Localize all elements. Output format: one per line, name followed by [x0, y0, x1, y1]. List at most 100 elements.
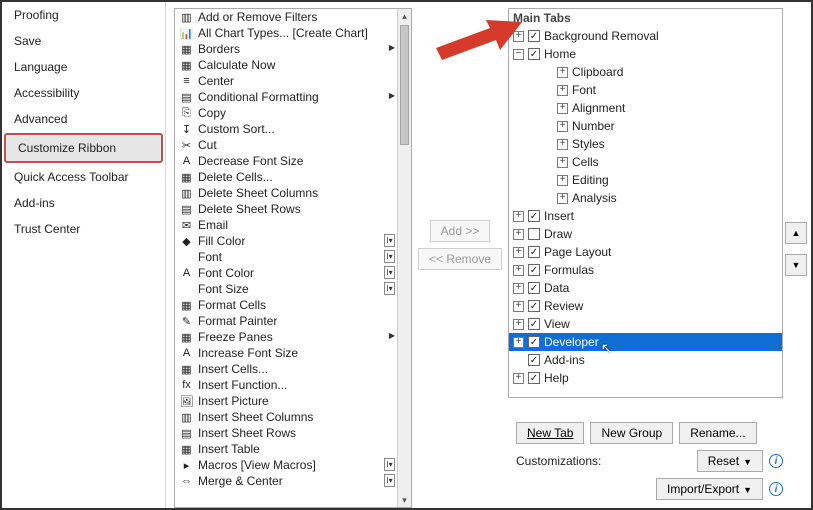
scroll-down-icon[interactable]: ▾: [398, 493, 411, 507]
tab-checkbox[interactable]: [528, 30, 540, 42]
expand-icon[interactable]: +: [557, 157, 568, 168]
tab-checkbox[interactable]: [528, 264, 540, 276]
expand-icon[interactable]: +: [557, 139, 568, 150]
sidebar-item-language[interactable]: Language: [2, 54, 165, 80]
main-tabs-tree[interactable]: Main Tabs +Background Removal−Home+Clipb…: [508, 8, 783, 398]
tab-tree-item[interactable]: +Formulas: [509, 261, 782, 279]
scroll-up-icon[interactable]: ▴: [398, 9, 411, 23]
command-item[interactable]: ▤Conditional Formatting: [175, 89, 397, 105]
command-item[interactable]: ✎Format Painter: [175, 313, 397, 329]
expand-icon[interactable]: +: [513, 31, 524, 42]
tab-tree-item[interactable]: +Editing: [509, 171, 782, 189]
command-item[interactable]: ▦Calculate Now: [175, 57, 397, 73]
sidebar-item-customize-ribbon[interactable]: Customize Ribbon: [4, 133, 163, 163]
tab-tree-item[interactable]: +Help: [509, 369, 782, 387]
command-item[interactable]: ✉Email: [175, 217, 397, 233]
command-item[interactable]: ▥Delete Sheet Columns: [175, 185, 397, 201]
tab-tree-item[interactable]: +Data: [509, 279, 782, 297]
command-item[interactable]: AFont ColorI▾: [175, 265, 397, 281]
tab-tree-item[interactable]: +Alignment: [509, 99, 782, 117]
expand-icon[interactable]: +: [513, 211, 524, 222]
tab-tree-item[interactable]: +Font: [509, 81, 782, 99]
command-item[interactable]: ⇔Merge & CenterI▾: [175, 473, 397, 489]
reset-button[interactable]: Reset▼: [697, 450, 763, 472]
command-item[interactable]: ✂Cut: [175, 137, 397, 153]
tab-checkbox[interactable]: [528, 336, 540, 348]
command-item[interactable]: ⎘Copy: [175, 105, 397, 121]
sidebar-item-advanced[interactable]: Advanced: [2, 106, 165, 132]
command-item[interactable]: ▥Insert Sheet Columns: [175, 409, 397, 425]
command-item[interactable]: ▦Delete Cells...: [175, 169, 397, 185]
commands-scrollbar[interactable]: ▴ ▾: [397, 9, 411, 507]
import-export-button[interactable]: Import/Export▼: [656, 478, 763, 500]
sidebar-item-save[interactable]: Save: [2, 28, 165, 54]
tab-tree-item[interactable]: +Insert: [509, 207, 782, 225]
tab-tree-item[interactable]: +Draw: [509, 225, 782, 243]
tab-tree-item[interactable]: +Background Removal: [509, 27, 782, 45]
expand-icon[interactable]: +: [513, 373, 524, 384]
tab-checkbox[interactable]: [528, 300, 540, 312]
move-down-button[interactable]: ▼: [785, 254, 807, 276]
expand-icon[interactable]: +: [557, 103, 568, 114]
tab-tree-item[interactable]: +Clipboard: [509, 63, 782, 81]
command-item[interactable]: ▦Format Cells: [175, 297, 397, 313]
tab-tree-item[interactable]: −Home: [509, 45, 782, 63]
add-button[interactable]: Add >>: [430, 220, 491, 242]
command-item[interactable]: ↧Custom Sort...: [175, 121, 397, 137]
expand-icon[interactable]: +: [557, 193, 568, 204]
tab-tree-item[interactable]: +View: [509, 315, 782, 333]
sidebar-item-quick-access-toolbar[interactable]: Quick Access Toolbar: [2, 164, 165, 190]
new-group-button[interactable]: New Group: [590, 422, 673, 444]
command-item[interactable]: ▦Insert Table: [175, 441, 397, 457]
tab-tree-item[interactable]: +Cells: [509, 153, 782, 171]
command-item[interactable]: ≡Center: [175, 73, 397, 89]
rename-button[interactable]: Rename...: [679, 422, 756, 444]
command-item[interactable]: 📊All Chart Types... [Create Chart]: [175, 25, 397, 41]
sidebar-item-proofing[interactable]: Proofing: [2, 2, 165, 28]
command-item[interactable]: ◆Fill ColorI▾: [175, 233, 397, 249]
command-item[interactable]: ▤Insert Sheet Rows: [175, 425, 397, 441]
command-item[interactable]: fxInsert Function...: [175, 377, 397, 393]
tab-checkbox[interactable]: [528, 354, 540, 366]
expand-icon[interactable]: +: [513, 247, 524, 258]
commands-list[interactable]: ▥Add or Remove Filters📊All Chart Types..…: [174, 8, 412, 508]
info-icon[interactable]: i: [769, 454, 783, 468]
tab-tree-item[interactable]: +Page Layout: [509, 243, 782, 261]
sidebar-item-trust-center[interactable]: Trust Center: [2, 216, 165, 242]
command-item[interactable]: ▤Delete Sheet Rows: [175, 201, 397, 217]
tab-checkbox[interactable]: [528, 246, 540, 258]
expand-icon[interactable]: +: [513, 283, 524, 294]
tab-tree-item[interactable]: +Developer↖: [509, 333, 782, 351]
sidebar-item-accessibility[interactable]: Accessibility: [2, 80, 165, 106]
tab-tree-item[interactable]: +Styles: [509, 135, 782, 153]
expand-icon[interactable]: +: [557, 121, 568, 132]
collapse-icon[interactable]: −: [513, 49, 524, 60]
expand-icon[interactable]: +: [557, 85, 568, 96]
expand-icon[interactable]: +: [513, 229, 524, 240]
command-item[interactable]: ▥Add or Remove Filters: [175, 9, 397, 25]
command-item[interactable]: ▦Freeze Panes: [175, 329, 397, 345]
tab-checkbox[interactable]: [528, 282, 540, 294]
tab-tree-item[interactable]: Add-ins: [509, 351, 782, 369]
expand-icon[interactable]: +: [513, 337, 524, 348]
tab-tree-item[interactable]: +Number: [509, 117, 782, 135]
command-item[interactable]: ▸Macros [View Macros]I▾: [175, 457, 397, 473]
tab-checkbox[interactable]: [528, 48, 540, 60]
expand-icon[interactable]: +: [557, 175, 568, 186]
tab-checkbox[interactable]: [528, 210, 540, 222]
command-item[interactable]: Font SizeI▾: [175, 281, 397, 297]
command-item[interactable]: ADecrease Font Size: [175, 153, 397, 169]
sidebar-item-add-ins[interactable]: Add-ins: [2, 190, 165, 216]
new-tab-button[interactable]: New Tab: [516, 422, 584, 444]
command-item[interactable]: ▦Insert Cells...: [175, 361, 397, 377]
command-item[interactable]: AIncrease Font Size: [175, 345, 397, 361]
command-item[interactable]: 🖼Insert Picture: [175, 393, 397, 409]
expand-icon[interactable]: +: [557, 67, 568, 78]
command-item[interactable]: ▦Borders: [175, 41, 397, 57]
tab-checkbox[interactable]: [528, 372, 540, 384]
tab-checkbox[interactable]: [528, 318, 540, 330]
tab-checkbox[interactable]: [528, 228, 540, 240]
tab-tree-item[interactable]: +Analysis: [509, 189, 782, 207]
expand-icon[interactable]: +: [513, 265, 524, 276]
move-up-button[interactable]: ▲: [785, 222, 807, 244]
